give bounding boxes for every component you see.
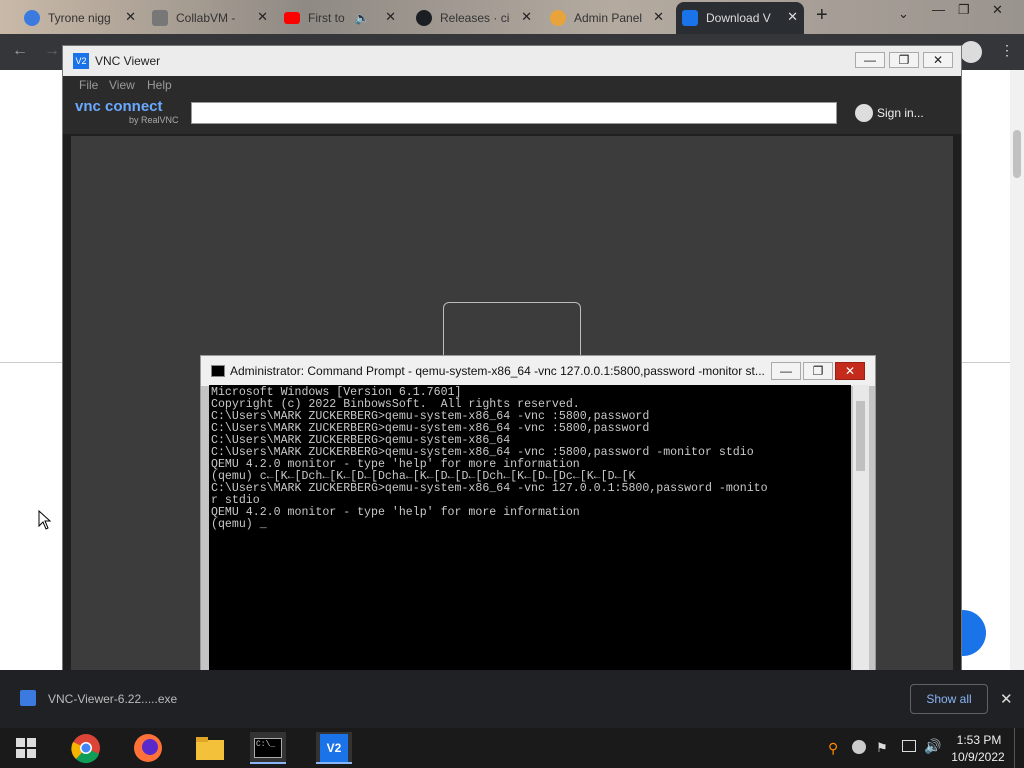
installer-file-icon — [20, 690, 36, 706]
cmd-title-bar[interactable]: Administrator: Command Prompt - qemu-sys… — [201, 356, 875, 386]
tab-label: CollabVM - — [176, 11, 236, 25]
cmd-minimize-button[interactable]: — — [771, 362, 801, 380]
browser-tab[interactable]: First to 🔈 ✕ — [278, 4, 402, 32]
download-filename[interactable]: VNC-Viewer-6.22.....exe — [48, 692, 177, 706]
vnc-minimize-button[interactable]: — — [855, 52, 885, 68]
tab-search-icon[interactable]: ⌄ — [898, 6, 909, 22]
tab-label: First to — [308, 11, 345, 25]
cmd-scrollbar-thumb[interactable] — [856, 401, 865, 471]
new-tab-button[interactable]: + — [816, 4, 828, 27]
browser-tab-strip: Tyrone nigg ✕ CollabVM - ✕ First to 🔈 ✕ … — [0, 0, 1024, 34]
vnc-address-input[interactable] — [191, 102, 837, 124]
browser-tab[interactable]: Admin Panel ✕ — [544, 4, 670, 32]
cmd-close-button[interactable]: ✕ — [835, 362, 865, 380]
tab-close-icon[interactable]: ✕ — [257, 9, 268, 25]
menu-file[interactable]: File — [79, 78, 98, 92]
page-scrollbar[interactable] — [1010, 70, 1024, 670]
vnc-toolbar: vnc connect by RealVNC Sign in... — [63, 96, 961, 134]
tab-close-icon[interactable]: ✕ — [385, 9, 396, 25]
console-prompt-line: (qemu) _ — [211, 518, 267, 531]
browser-tab[interactable]: Releases · ci ✕ — [410, 4, 538, 32]
tab-label: Releases · ci — [440, 11, 510, 25]
tab-close-icon[interactable]: ✕ — [653, 9, 664, 25]
vnc-logo-icon: V2 — [73, 53, 89, 69]
vnc-taskbar-logo: V2 — [320, 734, 348, 762]
vnc-menu-bar: File View Help — [63, 76, 961, 96]
tab-favicon-icon — [24, 10, 40, 26]
menu-dots-icon[interactable]: ⋮ — [1000, 42, 1014, 59]
github-favicon-icon — [416, 10, 432, 26]
clock-date[interactable]: 10/9/2022 — [948, 750, 1008, 764]
speaker-icon[interactable]: 🔈 — [355, 11, 370, 25]
vnc-viewer-taskbar-icon[interactable]: V2 — [316, 732, 352, 764]
browser-tab[interactable]: CollabVM - ✕ — [146, 4, 274, 32]
mouse-cursor-icon — [38, 510, 52, 530]
forward-arrow-icon[interactable]: → — [44, 42, 60, 60]
browser-tab-active[interactable]: Download V ✕ — [676, 2, 804, 34]
menu-view[interactable]: View — [109, 78, 135, 92]
browser-tab[interactable]: Tyrone nigg ✕ — [18, 4, 142, 32]
tab-label: Download V — [706, 11, 771, 25]
console-line: QEMU 4.2.0 monitor - type 'help' for mor… — [211, 506, 580, 519]
volume-tray-icon[interactable]: 🔊 — [924, 738, 941, 755]
action-center-flag-icon[interactable]: ⚑ — [876, 740, 888, 756]
tab-label: Tyrone nigg — [48, 11, 111, 25]
cmd-window-title: Administrator: Command Prompt - qemu-sys… — [230, 364, 765, 378]
download-bar: VNC-Viewer-6.22.....exe Show all ✕ — [0, 670, 1024, 728]
cmd-taskbar-icon[interactable]: C:\_ — [250, 732, 286, 764]
user-avatar-icon — [855, 104, 873, 122]
tab-favicon-icon — [550, 10, 566, 26]
show-all-button[interactable]: Show all — [910, 684, 988, 714]
sign-in-button[interactable]: Sign in... — [877, 106, 924, 120]
profile-avatar-icon[interactable] — [960, 41, 982, 63]
search-tray-icon[interactable]: ⚲ — [828, 740, 838, 757]
vnc-maximize-button[interactable]: ❐ — [889, 52, 919, 68]
start-button[interactable] — [16, 738, 36, 758]
vnc-window-title: VNC Viewer — [95, 54, 161, 68]
show-desktop-button[interactable] — [1014, 728, 1024, 768]
tab-close-icon[interactable]: ✕ — [125, 9, 136, 25]
tab-close-icon[interactable]: ✕ — [787, 9, 798, 25]
maximize-button[interactable]: ❐ — [958, 2, 970, 18]
cmd-icon — [211, 365, 225, 377]
cmd-taskbar-label: C:\_ — [254, 738, 282, 758]
file-explorer-taskbar-icon[interactable] — [192, 732, 228, 764]
youtube-favicon-icon — [284, 12, 300, 24]
tab-label: Admin Panel — [574, 11, 643, 25]
minimize-button[interactable]: — — [932, 2, 945, 17]
console-line: C:\Users\MARK ZUCKERBERG>qemu-system-x86… — [211, 482, 768, 495]
back-arrow-icon[interactable]: ← — [12, 42, 28, 60]
chrome-taskbar-icon[interactable] — [68, 732, 104, 764]
cmd-maximize-button[interactable]: ❐ — [803, 362, 833, 380]
menu-help[interactable]: Help — [147, 78, 172, 92]
clock-time[interactable]: 1:53 PM — [954, 733, 1004, 747]
close-button[interactable]: ✕ — [992, 2, 1003, 18]
tab-close-icon[interactable]: ✕ — [521, 9, 532, 25]
status-tray-icon[interactable] — [852, 740, 866, 754]
tab-favicon-icon — [152, 10, 168, 26]
scrollbar-thumb[interactable] — [1013, 130, 1021, 178]
close-download-bar-button[interactable]: ✕ — [1000, 690, 1013, 708]
vnc-brand-sub: by RealVNC — [129, 115, 179, 125]
vnc-title-bar[interactable]: V2 VNC Viewer — ❐ ✕ — [63, 46, 961, 76]
vnc-connect-logo: vnc connect — [75, 98, 163, 115]
network-tray-icon[interactable] — [902, 740, 916, 752]
vnc-close-button[interactable]: ✕ — [923, 52, 953, 68]
firefox-taskbar-icon[interactable] — [130, 732, 166, 764]
vnc-favicon-icon — [682, 10, 698, 26]
